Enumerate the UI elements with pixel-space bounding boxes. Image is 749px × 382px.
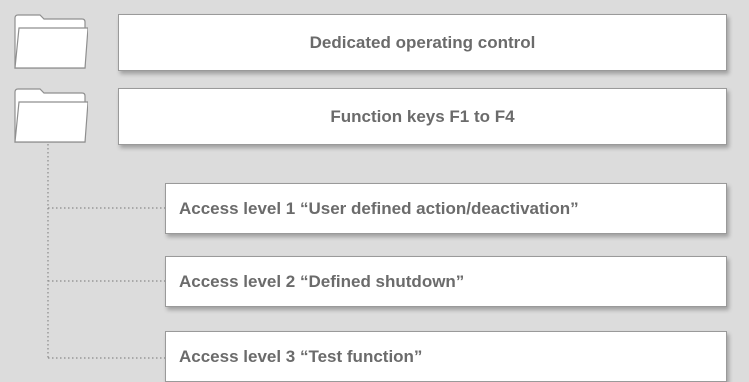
folder-icon[interactable] [12, 12, 88, 70]
access-level-1-box[interactable]: Access level 1 “User defined action/deac… [165, 183, 727, 234]
menu-tree-diagram: Dedicated operating control Function key… [0, 0, 749, 382]
menu-item-function-keys[interactable]: Function keys F1 to F4 [118, 88, 727, 145]
menu-item-dedicated-operating-control[interactable]: Dedicated operating control [118, 14, 727, 71]
menu-item-label: Dedicated operating control [309, 32, 536, 52]
access-level-label: Access level 3 “Test function” [179, 346, 423, 366]
access-level-2-box[interactable]: Access level 2 “Defined shutdown” [165, 256, 727, 307]
access-level-3-box[interactable]: Access level 3 “Test function” [165, 331, 727, 382]
access-level-label: Access level 2 “Defined shutdown” [179, 271, 465, 291]
access-level-label: Access level 1 “User defined action/deac… [179, 198, 579, 218]
menu-item-label: Function keys F1 to F4 [330, 106, 515, 126]
folder-icon[interactable] [12, 86, 88, 144]
